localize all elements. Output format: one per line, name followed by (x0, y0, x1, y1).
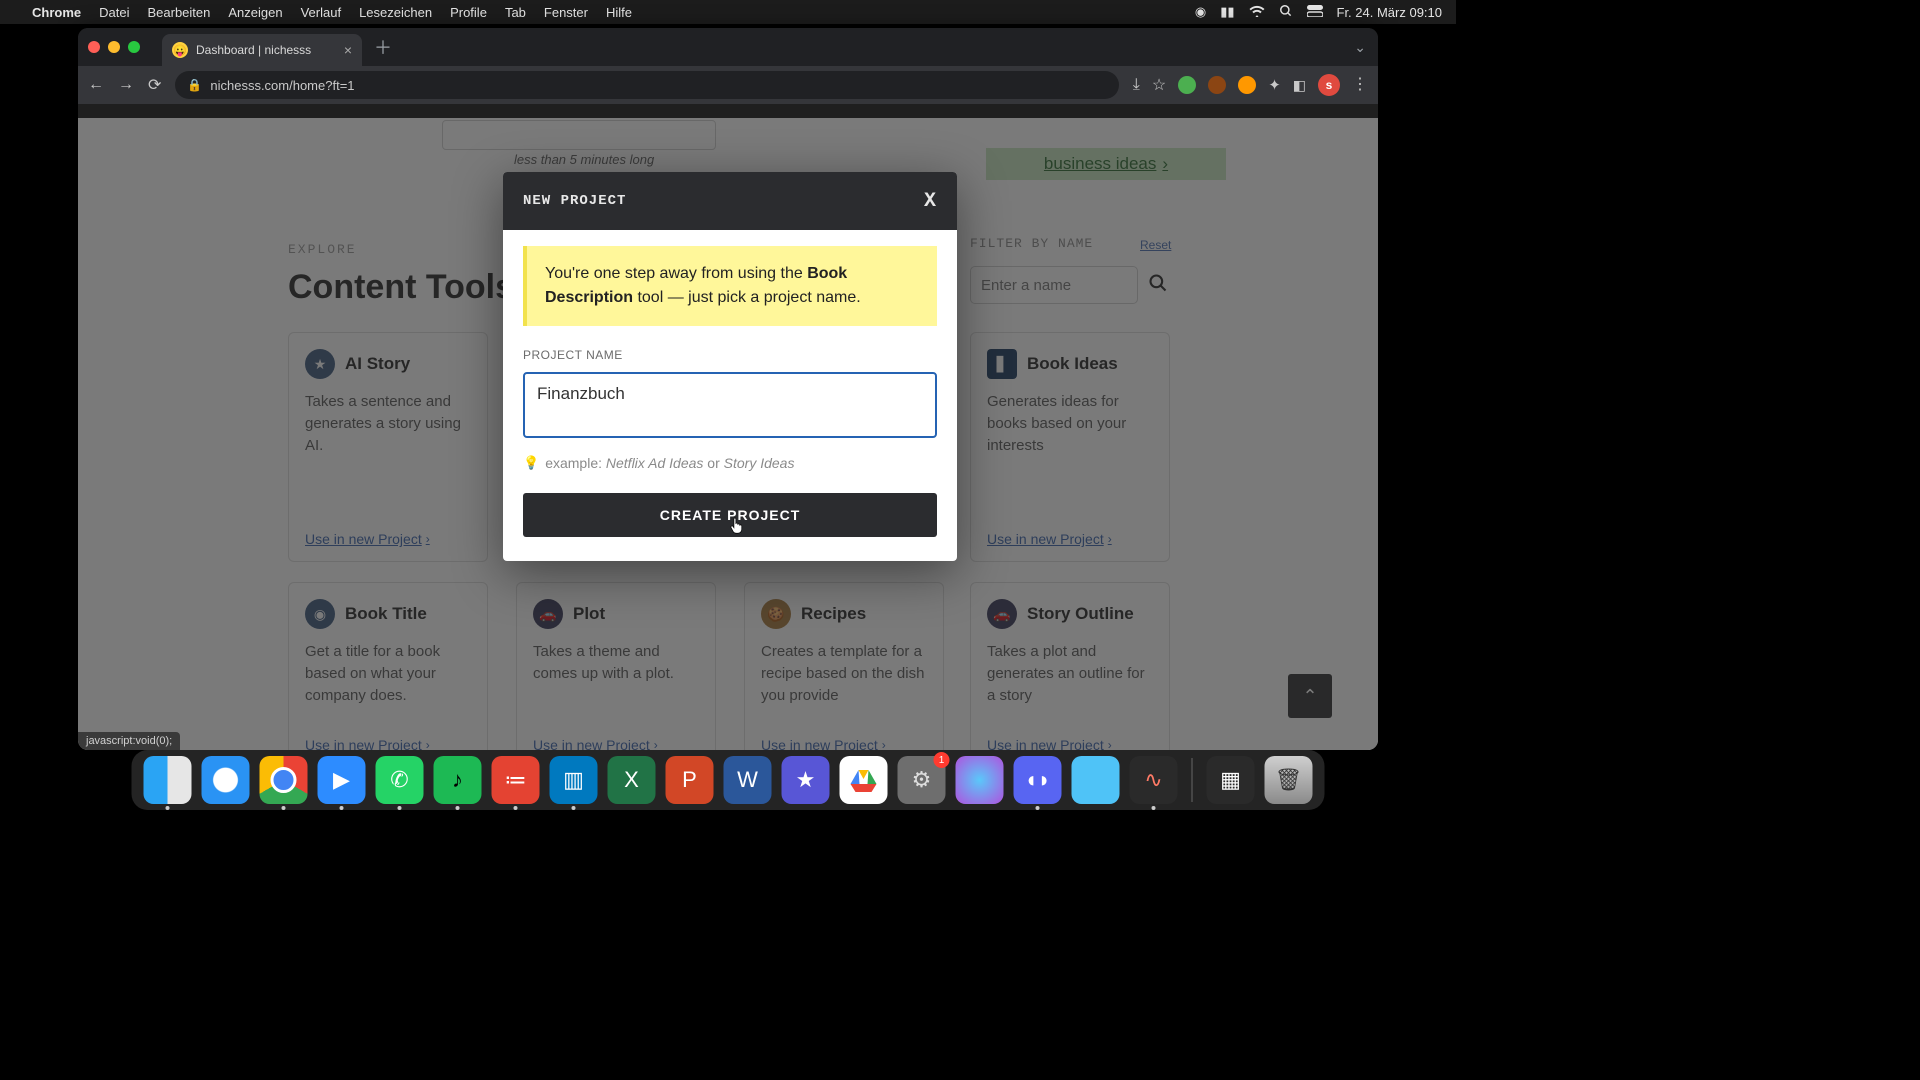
lock-icon: 🔒 (187, 78, 202, 92)
example-a: Netflix Ad Ideas (606, 455, 704, 471)
browser-tab[interactable]: 😛 Dashboard | nichesss × (162, 34, 362, 66)
screen-record-icon[interactable]: ◉ (1195, 4, 1206, 20)
dock-trash-icon[interactable]: 🗑 (1265, 756, 1313, 804)
tab-title: Dashboard | nichesss (196, 43, 311, 57)
menu-profile[interactable]: Profile (450, 5, 487, 20)
dock-trello-icon[interactable]: ▥ (550, 756, 598, 804)
address-url: nichesss.com/home?ft=1 (210, 78, 354, 93)
chrome-toolbar: ← → ⟳ 🔒 nichesss.com/home?ft=1 ⤓ ☆ ✦ ◧ s… (78, 66, 1378, 104)
create-project-button[interactable]: CREATE PROJECT (523, 493, 937, 537)
window-close-button[interactable] (88, 41, 100, 53)
page-content: less than 5 minutes long business ideas … (78, 118, 1378, 750)
dock-word-icon[interactable]: W (724, 756, 772, 804)
nav-back-icon[interactable]: ← (88, 76, 104, 94)
dock-separator (1192, 758, 1193, 802)
dock-zoom-icon[interactable]: ▶ (318, 756, 366, 804)
project-name-input[interactable] (523, 372, 937, 438)
example-or: or (703, 455, 723, 471)
dock-safari-icon[interactable] (202, 756, 250, 804)
modal-header: NEW PROJECT X (503, 172, 957, 230)
new-tab-button[interactable]: ＋ (374, 34, 392, 60)
modal-close-icon[interactable]: X (924, 190, 937, 213)
chrome-menu-icon[interactable]: ⋮ (1352, 77, 1368, 93)
menu-anzeigen[interactable]: Anzeigen (228, 5, 282, 20)
menubar-app-name[interactable]: Chrome (32, 5, 81, 20)
wifi-icon[interactable] (1249, 5, 1265, 20)
page-viewport: less than 5 minutes long business ideas … (78, 104, 1378, 750)
dock-excel-icon[interactable]: X (608, 756, 656, 804)
dock-soundwave-icon[interactable]: ∿ (1130, 756, 1178, 804)
dock-app-blue-icon[interactable] (1072, 756, 1120, 804)
bookmark-star-icon[interactable]: ☆ (1152, 75, 1166, 95)
tab-favicon-icon: 😛 (172, 42, 188, 58)
extension-brown-icon[interactable] (1208, 76, 1226, 94)
dock-chrome-icon[interactable] (260, 756, 308, 804)
modal-banner: You're one step away from using the Book… (523, 246, 937, 326)
menu-verlauf[interactable]: Verlauf (301, 5, 341, 20)
menu-hilfe[interactable]: Hilfe (606, 5, 632, 20)
menu-tab[interactable]: Tab (505, 5, 526, 20)
new-project-modal: NEW PROJECT X You're one step away from … (503, 172, 957, 561)
mac-menubar: Chrome Datei Bearbeiten Anzeigen Verlauf… (0, 0, 1456, 24)
nav-reload-icon[interactable]: ⟳ (148, 75, 161, 95)
menu-fenster[interactable]: Fenster (544, 5, 588, 20)
dock-finder-icon[interactable] (144, 756, 192, 804)
tab-close-icon[interactable]: × (344, 42, 352, 58)
project-name-label: PROJECT NAME (523, 348, 937, 362)
dock-powerpoint-icon[interactable]: P (666, 756, 714, 804)
mac-dock: ▶ ✆ ♪ ≔ ▥ X P W ★ ⚙1 ◖◗ ∿ ▦ 🗑 (132, 750, 1325, 810)
address-bar[interactable]: 🔒 nichesss.com/home?ft=1 (175, 71, 1118, 99)
chrome-tabstrip: 😛 Dashboard | nichesss × ＋ ⌄ (78, 28, 1378, 66)
search-icon[interactable] (1279, 4, 1293, 21)
chrome-window: 😛 Dashboard | nichesss × ＋ ⌄ ← → ⟳ 🔒 nic… (78, 28, 1378, 750)
example-b: Story Ideas (724, 455, 795, 471)
dock-imovie-icon[interactable]: ★ (782, 756, 830, 804)
extension-green-icon[interactable] (1178, 76, 1196, 94)
example-prefix: example: (545, 455, 606, 471)
profile-avatar[interactable]: s (1318, 74, 1340, 96)
dock-siri-icon[interactable] (956, 756, 1004, 804)
dock-settings-icon[interactable]: ⚙1 (898, 756, 946, 804)
extensions-puzzle-icon[interactable]: ✦ (1268, 76, 1281, 94)
dock-whatsapp-icon[interactable]: ✆ (376, 756, 424, 804)
control-center-icon[interactable] (1307, 5, 1323, 20)
menu-lesezeichen[interactable]: Lesezeichen (359, 5, 432, 20)
battery-icon[interactable]: ▮▮ (1220, 4, 1234, 20)
menu-bearbeiten[interactable]: Bearbeiten (147, 5, 210, 20)
lightbulb-icon: 💡 (523, 455, 539, 471)
menu-datei[interactable]: Datei (99, 5, 129, 20)
extension-orange-icon[interactable] (1238, 76, 1256, 94)
banner-text-pre: You're one step away from using the (545, 265, 807, 282)
settings-badge: 1 (934, 752, 950, 768)
window-maximize-button[interactable] (128, 41, 140, 53)
dock-discord-icon[interactable]: ◖◗ (1014, 756, 1062, 804)
banner-text-post: tool — just pick a project name. (633, 289, 861, 306)
tab-overflow-icon[interactable]: ⌄ (1354, 39, 1366, 56)
install-app-icon[interactable]: ⤓ (1133, 76, 1140, 94)
dock-widgets-icon[interactable]: ▦ (1207, 756, 1255, 804)
nav-forward-icon[interactable]: → (118, 76, 134, 94)
example-hint: 💡 example: Netflix Ad Ideas or Story Ide… (523, 455, 937, 471)
window-minimize-button[interactable] (108, 41, 120, 53)
side-panel-icon[interactable]: ◧ (1293, 77, 1306, 94)
window-controls (88, 41, 140, 53)
modal-title: NEW PROJECT (523, 193, 626, 209)
status-bar-link: javascript:void(0); (78, 732, 180, 750)
dock-drive-icon[interactable] (840, 756, 888, 804)
menubar-clock[interactable]: Fr. 24. März 09:10 (1337, 5, 1443, 20)
dock-todoist-icon[interactable]: ≔ (492, 756, 540, 804)
dock-spotify-icon[interactable]: ♪ (434, 756, 482, 804)
